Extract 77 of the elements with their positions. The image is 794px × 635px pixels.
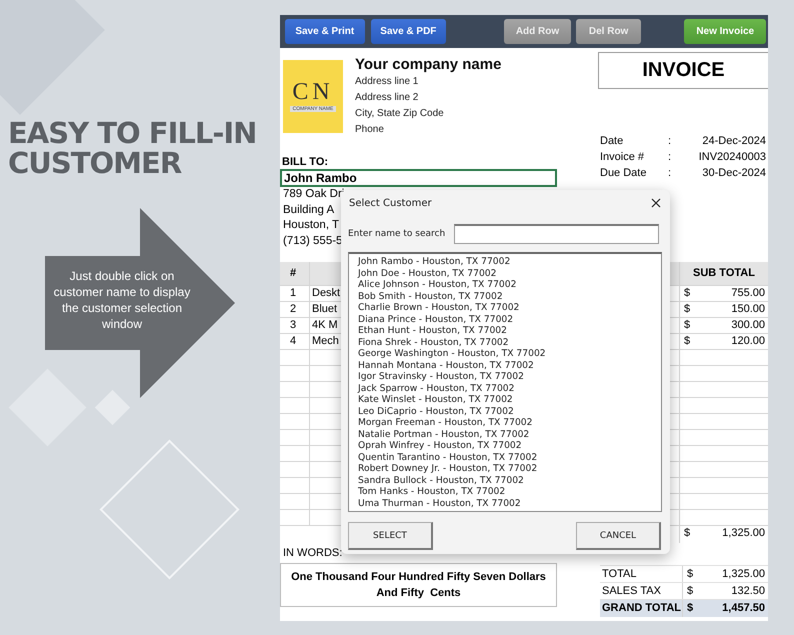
search-field[interactable] <box>454 224 659 244</box>
table-cell: 2 <box>280 302 310 317</box>
dialog-title: Select Customer <box>349 198 432 208</box>
company-name: Your company name <box>355 56 502 74</box>
search-label: Enter name to search <box>348 229 446 239</box>
customer-list-item[interactable]: Natalie Portman - Houston, TX 77002 <box>358 428 530 440</box>
customer-list-item[interactable]: Kate Winslet - Houston, TX 77002 <box>358 394 513 406</box>
table-cell-text: 132.50 <box>730 584 766 599</box>
table-cell-text: 150.00 <box>730 302 766 317</box>
close-icon[interactable] <box>650 197 662 209</box>
customer-list-item[interactable]: Robert Downey Jr. - Houston, TX 77002 <box>358 463 538 474</box>
field-value: 30-Dec-2024 <box>702 166 766 181</box>
callout-text: Just double click on customer name to display the customer selection window <box>52 268 192 332</box>
customer-list-item[interactable]: Tom Hanks - Houston, TX 77002 <box>358 486 506 498</box>
customer-list-item[interactable]: Oprah Winfrey - Houston, TX 77002 <box>358 440 522 452</box>
table-cell-text: 120.00 <box>730 334 766 349</box>
bill-to-label: BILL TO: <box>281 155 328 169</box>
table-cell-text: 1,325.00 <box>721 567 766 582</box>
table-cell-text: 755.00 <box>730 286 766 301</box>
table-cell: 1 <box>280 286 310 301</box>
table-cell-text: 300.00 <box>730 318 766 333</box>
column-header: SUB TOTAL <box>692 266 756 281</box>
table-cell-text: $ <box>686 584 694 599</box>
amount-in-words: One Thousand Four Hundred Fifty Seven Dollars And Fifty Cents <box>280 563 557 607</box>
address-line: City, State Zip Code <box>355 107 445 121</box>
customer-list-item[interactable]: John Doe - Houston, TX 77002 <box>358 268 496 279</box>
customer-list-item[interactable]: Quentin Tarantino - Houston, TX 77002 <box>358 452 538 463</box>
customer-list-item[interactable]: Fiona Shrek - Houston, TX 77002 <box>358 336 509 348</box>
table-cell-text: $ <box>686 567 694 582</box>
table-cell: 3 <box>280 318 310 333</box>
customer-list-item[interactable]: Igor Stravinsky - Houston, TX 77002 <box>358 371 524 382</box>
headline: CUSTOMER <box>8 148 182 178</box>
total-label: TOTAL <box>600 566 683 582</box>
address-line: Building A <box>282 202 334 218</box>
customer-list-item[interactable]: John Rambo - Houston, TX 77002 <box>358 256 510 268</box>
table-cell-text: $ <box>683 302 692 317</box>
customer-list-item[interactable]: Bob Smith - Houston, TX 77002 <box>358 290 503 302</box>
customer-list-item[interactable]: George Washington - Houston, TX 77002 <box>358 348 546 360</box>
field-separator: : <box>668 134 672 149</box>
address-line: Address line 2 <box>355 91 420 105</box>
customer-list-item[interactable]: Leo DiCaprio - Houston, TX 77002 <box>358 406 514 417</box>
customer-list-item[interactable]: Charlie Brown - Houston, TX 77002 <box>358 302 520 314</box>
field-label: Due Date <box>600 166 646 181</box>
customer-list-item[interactable]: Uma Thurman - Houston, TX 77002 <box>358 498 521 509</box>
in-words-label: IN WORDS: <box>282 546 342 561</box>
customer-list-item[interactable]: Morgan Freeman - Houston, TX 77002 <box>358 417 533 428</box>
table-cell-text: $ <box>683 334 692 349</box>
customer-list-item[interactable]: Hannah Montana - Houston, TX 77002 <box>358 360 534 371</box>
address-line: Address line 1 <box>355 75 420 89</box>
table-cell-text: $ <box>683 318 692 333</box>
dialog-button[interactable]: CANCEL <box>576 522 661 550</box>
table-cell: 4 <box>280 334 310 349</box>
column-header: # <box>280 262 310 285</box>
field-label: Date <box>600 134 624 149</box>
logo-initials: CN <box>292 81 334 103</box>
table-cell-text: 1,457.50 <box>721 601 766 616</box>
table-cell-text: 1,325.00 <box>721 526 766 541</box>
toolbar-button[interactable]: Save & Print <box>285 19 365 44</box>
field-value: 24-Dec-2024 <box>702 134 766 149</box>
field-label: Invoice # <box>600 150 644 165</box>
field-separator: : <box>668 150 672 165</box>
address-line: Houston, T <box>282 218 340 233</box>
customer-list-item[interactable]: Sandra Bullock - Houston, TX 77002 <box>358 474 524 486</box>
table-cell-text: $ <box>683 526 692 541</box>
address-line: (713) 555-5 <box>282 234 342 248</box>
field-value: INV20240003 <box>698 150 766 165</box>
toolbar-button[interactable]: Save & PDF <box>370 19 446 44</box>
total-label: GRAND TOTAL <box>600 600 683 617</box>
table-cell-text: $ <box>683 286 692 301</box>
invoice-title: INVOICE <box>598 52 768 89</box>
field-separator: : <box>668 166 672 181</box>
customer-name-cell[interactable]: John Rambo <box>280 169 557 187</box>
headline: EASY TO FILL-IN <box>8 118 256 148</box>
dialog-button[interactable]: SELECT <box>348 522 433 550</box>
customer-list-item[interactable]: Jack Sparrow - Houston, TX 77002 <box>358 382 514 394</box>
address-line: Phone <box>355 123 385 137</box>
table-cell-text: $ <box>686 601 694 616</box>
